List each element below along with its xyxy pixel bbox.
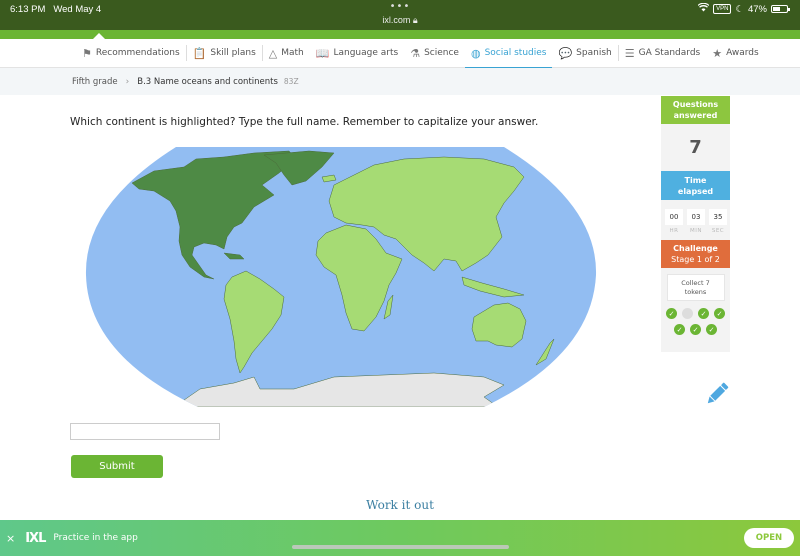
nav-item-awards[interactable]: ★ Awards	[706, 39, 765, 68]
open-app-button[interactable]: OPEN	[744, 528, 794, 548]
timer-seconds: 35 SEC	[709, 209, 727, 234]
nav-item-label: Skill plans	[210, 48, 256, 58]
moon-icon: ☾	[735, 3, 744, 15]
answer-input[interactable]	[70, 423, 220, 440]
breadcrumb: Fifth grade › B.3 Name oceans and contin…	[0, 68, 800, 95]
timer-hours: 00 HR	[665, 209, 683, 234]
nav-item-skill-plans[interactable]: 📋 Skill plans	[187, 39, 262, 68]
banner-text: Practice in the app	[53, 533, 138, 543]
questions-answered-header: Questions answered	[661, 96, 730, 124]
nav-item-label: Science	[424, 48, 459, 58]
nav-item-label: Social studies	[484, 48, 547, 58]
app-banner: × IXL Practice in the app OPEN	[0, 520, 800, 556]
token-collected-icon: ✓	[690, 324, 701, 335]
clipboard-icon: 📋	[192, 46, 207, 60]
trophy-icon: ★	[712, 46, 723, 60]
nav-item-language-arts[interactable]: 📖 Language arts	[310, 39, 404, 68]
breadcrumb-skill: B.3 Name oceans and continents	[137, 76, 278, 87]
close-icon[interactable]: ×	[6, 532, 15, 545]
home-indicator[interactable]	[292, 545, 509, 549]
globe-icon: ◍	[470, 46, 481, 60]
more-dots-icon[interactable]: •••	[0, 1, 800, 12]
speech-bubble-icon: 💬	[558, 46, 573, 60]
token-collected-icon: ✓	[698, 308, 709, 319]
subject-nav: ⚑ Recommendations 📋 Skill plans △ Math 📖 Langua…	[0, 39, 800, 69]
wifi-icon	[697, 2, 710, 15]
signpost-icon: ⚑	[82, 46, 92, 60]
url-label[interactable]: ixl.com 🔒︎	[0, 15, 800, 26]
vpn-icon: VPN	[713, 4, 732, 14]
ixl-logo: IXL	[25, 530, 46, 546]
chevron-right-icon: ›	[125, 76, 130, 87]
question-prompt: Which continent is highlighted? Type the…	[70, 116, 539, 128]
work-it-out-link[interactable]: Work it out	[0, 498, 800, 512]
list-icon: ☰	[624, 46, 635, 60]
nav-item-recommendations[interactable]: ⚑ Recommendations	[76, 39, 186, 68]
token-collected-icon: ✓	[674, 324, 685, 335]
token-empty-icon	[682, 308, 693, 319]
status-bar: 6:13 PM Wed May 4 ••• ixl.com 🔒︎ VPN ☾ 4…	[0, 0, 800, 30]
token-collected-icon: ✓	[706, 324, 717, 335]
battery-icon	[771, 5, 790, 13]
timer-minutes: 03 MIN	[687, 209, 705, 234]
nav-item-spanish[interactable]: 💬 Spanish	[552, 39, 617, 68]
nav-item-label: Math	[281, 48, 304, 58]
pyramid-icon: △	[268, 46, 278, 60]
collect-tokens-label: Collect 7 tokens	[666, 274, 725, 301]
nav-item-label: Recommendations	[95, 48, 180, 58]
nav-item-label: GA Standards	[638, 48, 701, 58]
breadcrumb-grade[interactable]: Fifth grade	[72, 77, 118, 87]
progress-sidebar: Questions answered 7 Time elapsed 00 HR 0…	[661, 96, 730, 352]
token-list: ✓ ✓ ✓ ✓ ✓ ✓	[665, 308, 727, 335]
nav-item-social-studies[interactable]: ◍ Social studies	[464, 39, 553, 69]
timer: 00 HR 03 MIN 35 SEC	[661, 200, 730, 234]
time-elapsed-header: Time elapsed	[661, 171, 730, 200]
lock-icon: 🔒︎	[412, 15, 418, 25]
nav-item-label: Awards	[726, 48, 759, 58]
battery-percent: 47%	[747, 3, 767, 15]
challenge-header: Challenge Stage 1 of 2	[661, 240, 730, 268]
questions-answered-count: 7	[689, 137, 702, 158]
nav-item-math[interactable]: △ Math	[263, 39, 310, 68]
token-collected-icon: ✓	[666, 308, 677, 319]
world-map	[85, 147, 597, 407]
nav-item-science[interactable]: ⚗ Science	[404, 39, 465, 68]
nav-item-ga-standards[interactable]: ☰ GA Standards	[619, 39, 707, 68]
pencil-icon[interactable]	[703, 380, 731, 408]
status-indicators: VPN ☾ 47%	[697, 2, 790, 15]
nav-item-label: Language arts	[333, 48, 399, 58]
nav-item-label: Spanish	[576, 48, 612, 58]
book-icon: 📖	[315, 46, 330, 60]
flask-icon: ⚗	[410, 46, 421, 60]
token-collected-icon: ✓	[714, 308, 725, 319]
skill-code: 83Z	[283, 77, 299, 86]
submit-button[interactable]: Submit	[71, 455, 163, 478]
